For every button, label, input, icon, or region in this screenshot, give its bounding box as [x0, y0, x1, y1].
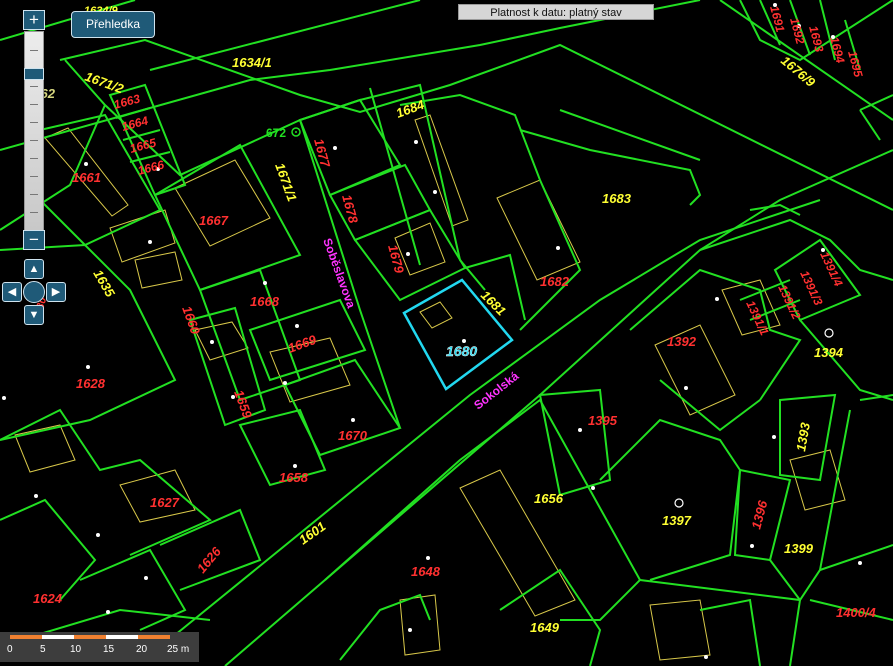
parcel-dot [210, 340, 214, 344]
parcel-label: 1656 [534, 491, 564, 506]
zoom-slider-handle[interactable] [24, 68, 44, 80]
parcel-dot [106, 610, 110, 614]
pan-center-button[interactable] [23, 281, 45, 303]
parcel-label: 1400/4 [836, 605, 877, 620]
pan-control: ▲ ◀ ▶ ▼ [2, 258, 66, 325]
scale-segment [42, 635, 74, 639]
parcel-dot [283, 381, 287, 385]
parcel-dot [556, 246, 560, 250]
parcel-label: 1627 [150, 495, 180, 510]
parcel-label: 1395 [588, 413, 618, 428]
parcel-label: 1634/1 [232, 55, 272, 70]
pan-down-icon[interactable]: ▼ [24, 305, 44, 325]
parcel-label: 1394 [814, 345, 844, 360]
parcel-label: 1399 [784, 541, 814, 556]
pan-right-icon[interactable]: ▶ [46, 282, 66, 302]
cadastral-map[interactable]: 672 1634/1 1634/9 1671/2 1671/1 1684 168… [0, 0, 893, 666]
parcel-dot [704, 655, 708, 659]
scale-segment [138, 635, 170, 639]
scale-segment [106, 635, 138, 639]
parcel-dot [578, 428, 582, 432]
scale-bar: 0 5 10 15 20 25 m [0, 632, 199, 662]
parcel-label: 1628 [76, 376, 106, 391]
scale-label: 5 [40, 644, 46, 655]
parcel-dot [2, 396, 6, 400]
parcel-dot [263, 281, 267, 285]
survey-point-center [295, 131, 297, 133]
parcel-dot [426, 556, 430, 560]
scale-segment [10, 635, 42, 639]
parcel-label: 1648 [411, 564, 441, 579]
pan-left-icon[interactable]: ◀ [2, 282, 22, 302]
parcel-label: 1668 [250, 294, 280, 309]
selected-parcel-label: 1680 [446, 343, 477, 359]
parcel-label: 1624 [33, 591, 63, 606]
parcel-dot [408, 628, 412, 632]
zoom-slider-track[interactable] [24, 31, 44, 231]
parcel-dot [84, 162, 88, 166]
parcel-dot [148, 240, 152, 244]
parcel-label: 1649 [530, 620, 560, 635]
parcel-label: 1683 [602, 191, 632, 206]
point-label: 672 [266, 126, 286, 140]
pan-up-icon[interactable]: ▲ [24, 259, 44, 279]
parcel-dot [351, 418, 355, 422]
zoom-in-button[interactable]: + [23, 10, 45, 30]
parcel-dot [750, 544, 754, 548]
parcel-label: 1661 [72, 170, 101, 185]
parcel-label: 1682 [540, 274, 570, 289]
parcel-dot [293, 464, 297, 468]
validity-status-bar: Platnost k datu: platný stav [458, 4, 654, 20]
parcel-label: 1667 [199, 213, 229, 228]
parcel-label: 1658 [279, 470, 309, 485]
parcel-dot [96, 533, 100, 537]
parcel-dot [295, 324, 299, 328]
parcel-label: 1397 [662, 513, 692, 528]
scale-label: 20 [136, 644, 148, 655]
scale-label: 15 [103, 644, 115, 655]
parcel-dot [858, 561, 862, 565]
parcel-dot [772, 435, 776, 439]
parcel-dot [414, 140, 418, 144]
parcel-dot [433, 190, 437, 194]
parcel-dot [86, 365, 90, 369]
parcel-dot [684, 386, 688, 390]
parcel-dot [333, 146, 337, 150]
overview-button[interactable]: Přehledka [71, 11, 155, 38]
scale-label: 25 m [167, 644, 190, 655]
scale-label: 10 [70, 644, 82, 655]
parcel-dot [144, 576, 148, 580]
parcel-label: 1392 [667, 334, 697, 349]
scale-label: 0 [7, 644, 13, 655]
parcel-dot [34, 494, 38, 498]
parcel-label: 1670 [338, 428, 368, 443]
parcel-dot [591, 486, 595, 490]
zoom-out-button[interactable]: − [23, 230, 45, 250]
parcel-dot [406, 252, 410, 256]
scale-segment [74, 635, 106, 639]
parcel-dot [715, 297, 719, 301]
